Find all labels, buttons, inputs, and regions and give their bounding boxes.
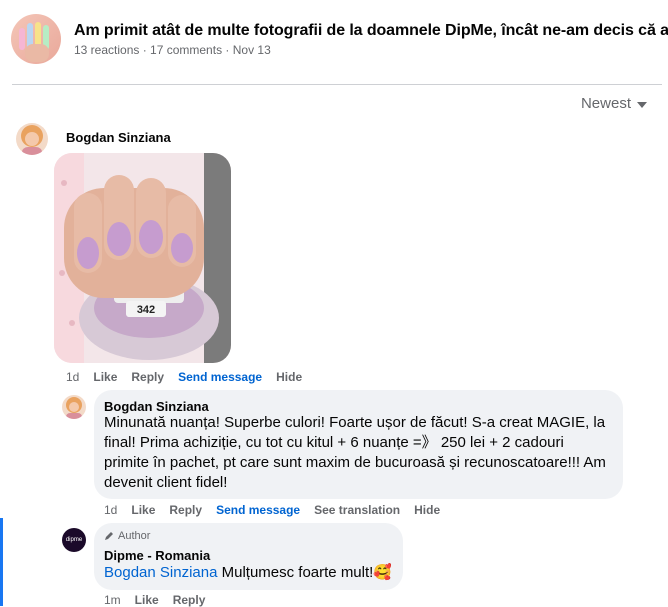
author-badge: Author — [104, 530, 150, 542]
comment-photo[interactable]: 342 — [54, 153, 231, 363]
comment-actions: 1d Like Reply Send message Hide — [66, 370, 316, 384]
hide-button[interactable]: Hide — [414, 503, 440, 517]
pencil-icon — [105, 532, 113, 540]
reply-time[interactable]: 1m — [104, 593, 121, 607]
avatar[interactable] — [16, 123, 48, 155]
reply-author[interactable]: Bogdan Sinziana — [104, 399, 209, 414]
see-translation-button[interactable]: See translation — [314, 503, 400, 517]
thread-highlight — [0, 518, 3, 606]
hide-button[interactable]: Hide — [276, 370, 302, 384]
sort-label: Newest — [580, 95, 631, 112]
comment-author[interactable]: Bogdan Sinziana — [66, 130, 171, 145]
reply-text: Minunată nuanța! Superbe culori! Foarte … — [104, 414, 606, 491]
reply-actions: 1m Like Reply — [104, 593, 219, 607]
reply-author[interactable]: Dipme - Romania — [104, 548, 210, 563]
avatar[interactable] — [62, 395, 86, 419]
avatar-logo-text: dipme — [65, 537, 83, 543]
send-message-button[interactable]: Send message — [216, 503, 300, 517]
post-thumbnail[interactable] — [11, 14, 61, 64]
post-meta: 13 reactions · 17 comments · Nov 13 — [74, 43, 271, 57]
reply-bubble: Bogdan Sinziana Minunată nuanța! Superbe… — [94, 390, 623, 499]
like-button[interactable]: Like — [135, 593, 159, 607]
post-header: Am primit atât de multe fotografii de la… — [0, 0, 668, 84]
post-title[interactable]: Am primit atât de multe fotografii de la… — [74, 22, 668, 40]
comment-time[interactable]: 1d — [66, 370, 79, 384]
reply-bubble: Author Dipme - Romania Bogdan Sinziana M… — [94, 523, 403, 590]
avatar-dipme[interactable]: dipme — [62, 528, 86, 552]
reply-button[interactable]: Reply — [169, 503, 202, 517]
reply-text-body: Mulțumesc foarte mult!🥰 — [217, 564, 392, 581]
like-button[interactable]: Like — [93, 370, 117, 384]
mention-link[interactable]: Bogdan Sinziana — [104, 564, 217, 581]
divider — [12, 84, 662, 85]
photo-shade-number: 342 — [137, 304, 155, 316]
caret-down-icon — [637, 101, 647, 108]
reply-actions: 1d Like Reply Send message See translati… — [104, 503, 454, 517]
sort-dropdown[interactable]: Newest — [581, 95, 647, 112]
reply-button[interactable]: Reply — [173, 593, 206, 607]
reply-text: Bogdan Sinziana Mulțumesc foarte mult!🥰 — [104, 563, 392, 583]
author-badge-label: Author — [118, 530, 151, 542]
like-button[interactable]: Like — [131, 503, 155, 517]
send-message-button[interactable]: Send message — [178, 370, 262, 384]
reply-button[interactable]: Reply — [131, 370, 164, 384]
reply-time[interactable]: 1d — [104, 503, 117, 517]
